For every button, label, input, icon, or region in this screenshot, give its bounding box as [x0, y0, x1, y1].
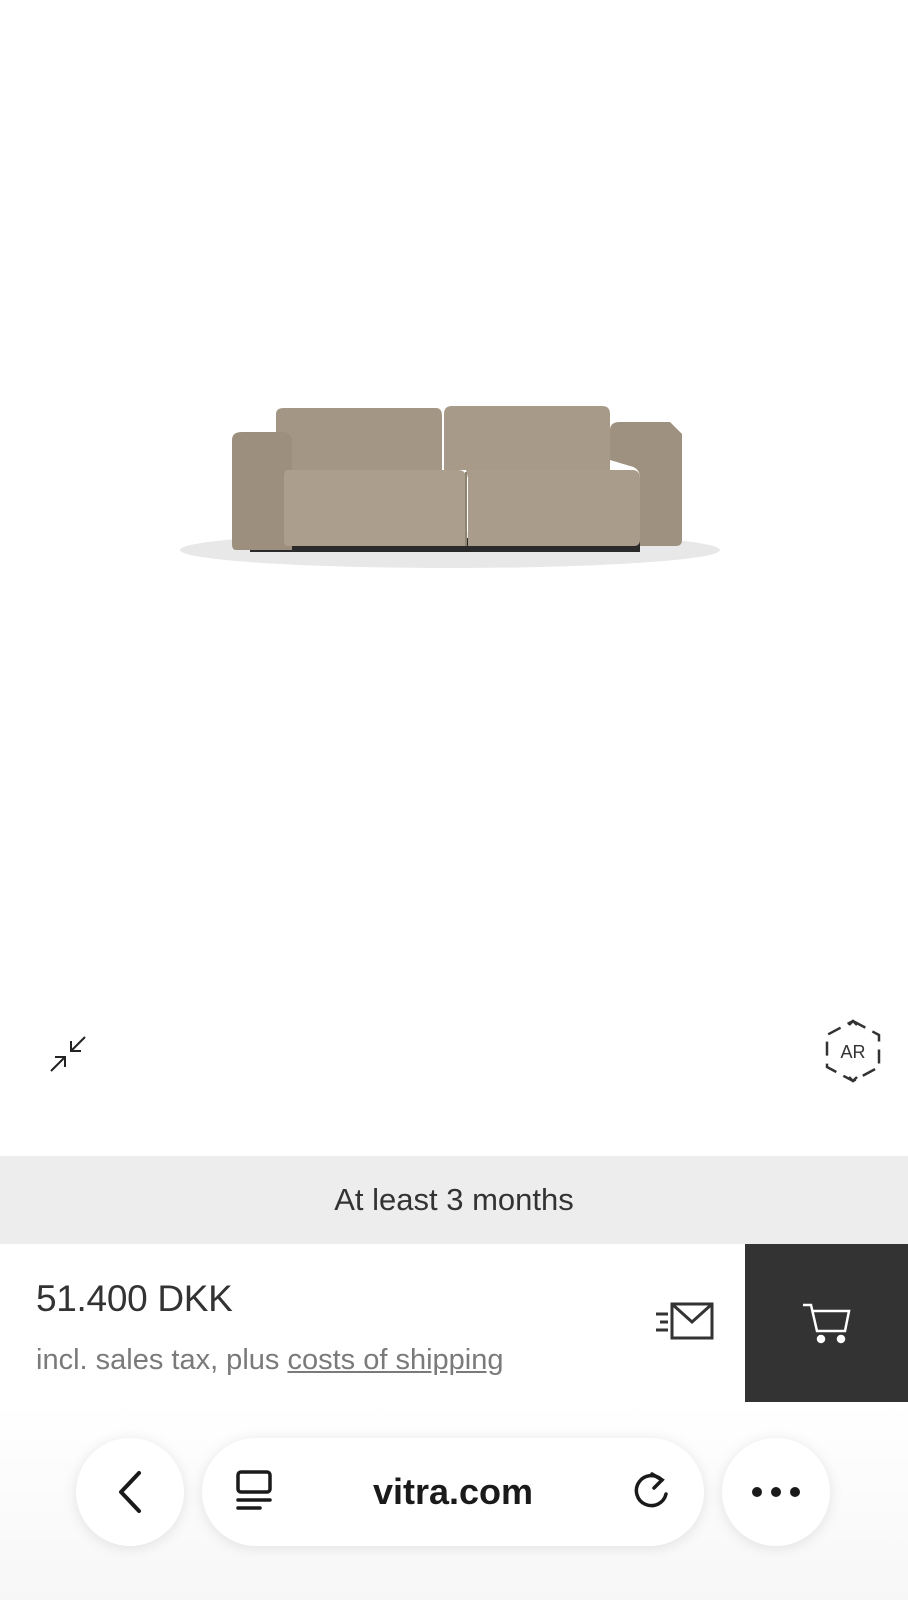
delivery-time-text: At least 3 months — [334, 1182, 574, 1217]
sofa-image[interactable] — [170, 400, 730, 590]
reload-icon[interactable] — [632, 1470, 672, 1512]
address-bar[interactable]: vitra.com — [202, 1438, 704, 1546]
collapse-button[interactable] — [40, 1026, 96, 1082]
purchase-bar: 51.400 DKK incl. sales tax, plus costs o… — [0, 1244, 908, 1402]
cart-icon — [802, 1303, 851, 1344]
tax-note: incl. sales tax, plus costs of shipping — [36, 1344, 503, 1377]
back-button[interactable] — [76, 1438, 184, 1546]
chevron-left-icon — [119, 1471, 141, 1513]
delivery-time-banner: At least 3 months — [0, 1156, 908, 1244]
more-options-button[interactable] — [722, 1438, 830, 1546]
add-to-cart-button[interactable] — [745, 1244, 908, 1402]
url-text[interactable]: vitra.com — [202, 1471, 704, 1513]
mail-send-icon — [656, 1302, 714, 1340]
send-by-email-button[interactable] — [650, 1294, 720, 1350]
ar-icon: AR — [825, 1019, 881, 1083]
product-viewer[interactable]: AR — [0, 0, 908, 1156]
svg-text:AR: AR — [840, 1042, 865, 1062]
browser-toolbar: vitra.com — [0, 1402, 908, 1600]
collapse-icon — [50, 1036, 86, 1072]
price-label: 51.400 DKK — [36, 1278, 233, 1319]
ar-view-button[interactable]: AR — [818, 1016, 888, 1086]
shipping-costs-link[interactable]: costs of shipping — [287, 1344, 503, 1376]
more-icon — [752, 1487, 800, 1497]
tax-text: incl. sales tax, plus — [36, 1344, 288, 1376]
